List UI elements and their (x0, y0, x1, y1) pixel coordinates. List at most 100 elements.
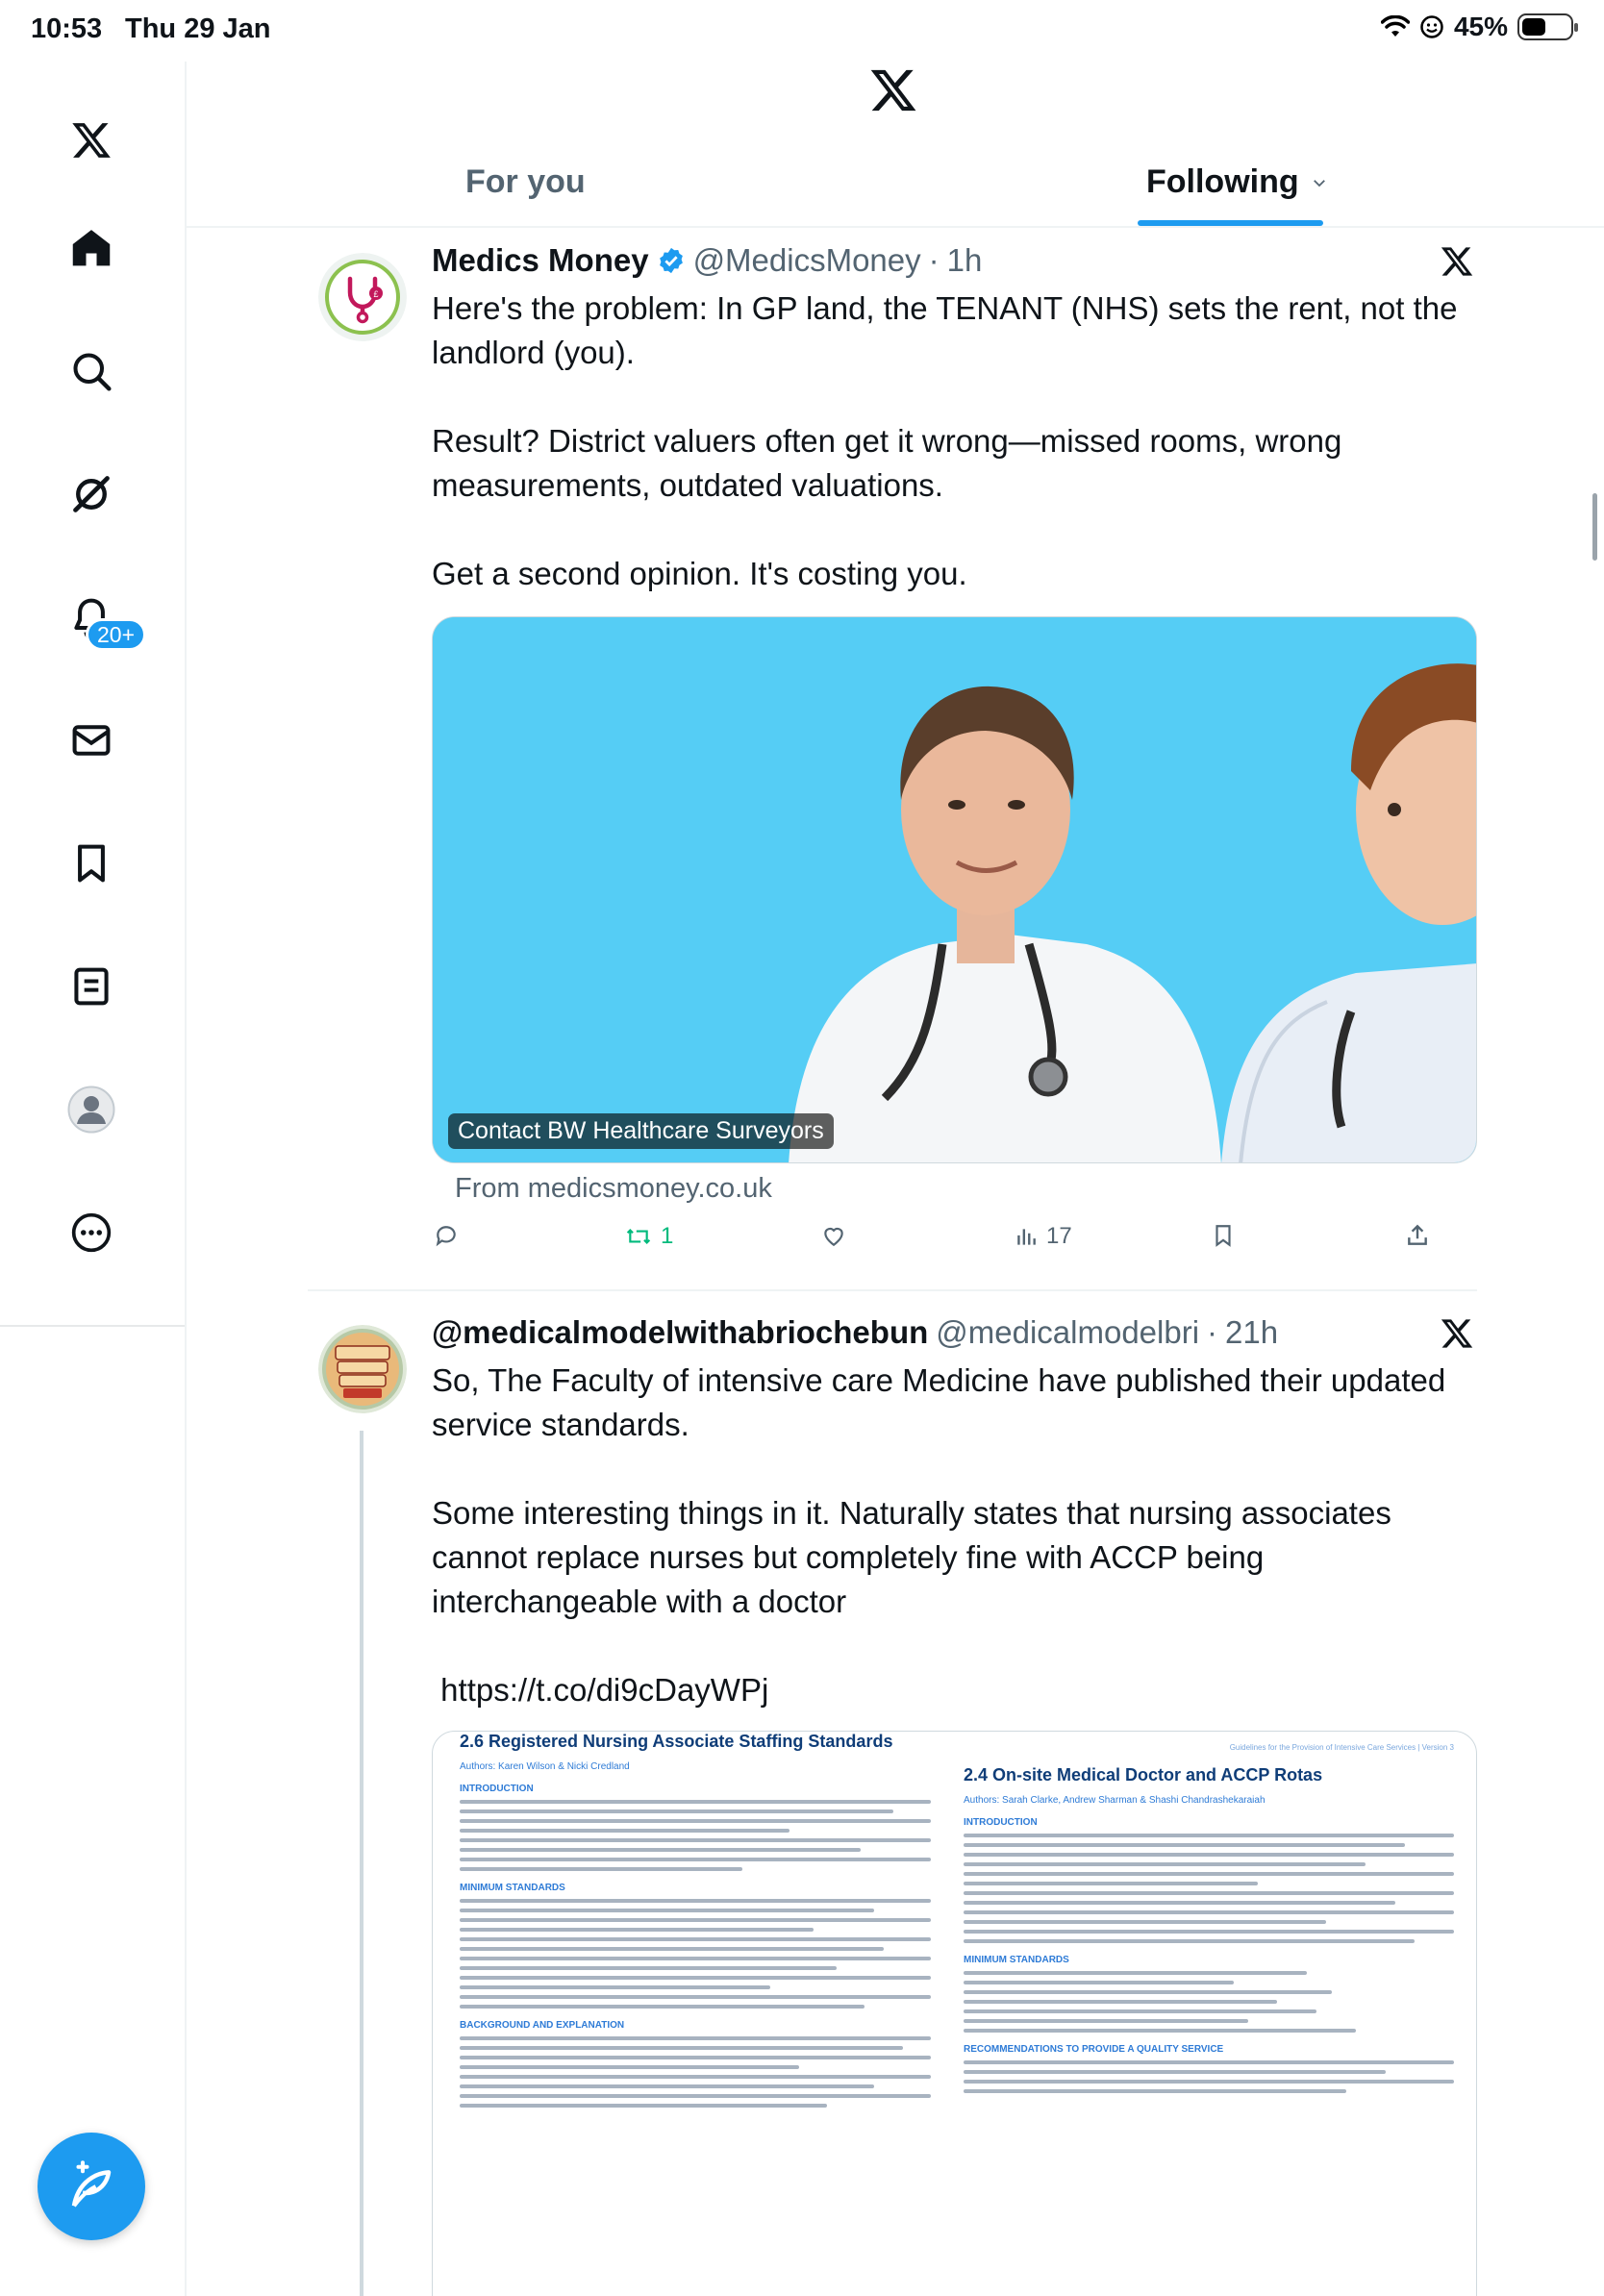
reply-button[interactable] (434, 1223, 459, 1248)
link-card-image[interactable]: Contact BW Healthcare Surveyors (432, 616, 1477, 1163)
focus-icon (1420, 15, 1443, 38)
document-running-header: Guidelines for the Provision of Intensiv… (1229, 1743, 1454, 1752)
dot-separator: · (928, 242, 940, 278)
dot-separator: · (1207, 1314, 1218, 1350)
list-icon (74, 967, 109, 1006)
post-paragraph: So, The Faculty of intensive care Medici… (432, 1362, 1446, 1442)
mail-icon (72, 725, 111, 756)
tab-following[interactable]: Following (1146, 163, 1328, 201)
profile-icon (67, 1086, 115, 1134)
document-left-column: 2.6 Registered Nursing Associate Staffin… (460, 1732, 931, 2108)
sidebar-item-home[interactable] (61, 217, 122, 279)
status-date: Thu 29 Jan (125, 13, 271, 44)
medics-money-logo-icon: £ (318, 253, 407, 341)
more-icon (71, 1212, 112, 1253)
document-left-authors: Authors: Karen Wilson & Nicki Credland (460, 1761, 630, 1772)
post-actions: 1 17 (432, 1223, 1477, 1261)
x-brand-icon[interactable] (1440, 1316, 1474, 1351)
document-right-title: 2.4 On-site Medical Doctor and ACCP Rota… (964, 1765, 1323, 1784)
author-handle[interactable]: @medicalmodelbri (936, 1314, 1199, 1351)
sidebar-item-lists[interactable] (61, 956, 122, 1017)
document-heading: INTRODUCTION (460, 1784, 534, 1794)
reply-icon (436, 1226, 456, 1247)
x-logo-button[interactable] (61, 110, 122, 171)
battery-level (1522, 18, 1546, 36)
tab-for-you[interactable]: For you (465, 163, 586, 201)
sidebar-divider (0, 1325, 186, 1327)
bookmark-button[interactable] (1211, 1223, 1236, 1248)
post-header: @medicalmodelwithabriochebun @medicalmod… (432, 1314, 1278, 1351)
avatar[interactable] (318, 1325, 407, 1413)
notification-badge: 20+ (86, 618, 147, 651)
document-right-column: Guidelines for the Provision of Intensiv… (964, 1743, 1454, 2093)
post-body: So, The Faculty of intensive care Medici… (432, 1359, 1470, 1712)
post-link[interactable]: https://t.co/di9cDayWPj (432, 1668, 1470, 1712)
document-heading: MINIMUM STANDARDS (460, 1883, 565, 1893)
like-button[interactable] (821, 1223, 846, 1248)
verified-badge-icon (659, 247, 683, 274)
sidebar-border (185, 62, 187, 2296)
home-icon (72, 230, 111, 266)
share-icon (1408, 1224, 1427, 1245)
avatar[interactable]: £ (318, 253, 407, 341)
author-name[interactable]: @medicalmodelwithabriochebun (432, 1314, 928, 1351)
x-logo-header-icon[interactable] (868, 65, 918, 115)
author-name[interactable]: Medics Money (432, 242, 649, 279)
post-paragraph: Here's the problem: In GP land, the TENA… (432, 290, 1458, 370)
timeline-tabs: For you Following (187, 144, 1604, 227)
post-body: Here's the problem: In GP land, the TENA… (432, 287, 1470, 596)
retweet-button[interactable]: 1 (624, 1223, 673, 1250)
post-paragraph: Some interesting things in it. Naturally… (432, 1495, 1391, 1619)
wifi-icon (1380, 15, 1410, 37)
doctors-photo (433, 617, 1476, 1162)
svg-text:£: £ (373, 289, 378, 299)
retweet-count: 1 (661, 1223, 674, 1249)
chevron-down-icon (1313, 179, 1325, 187)
sidebar: 20+ (0, 62, 186, 2296)
compose-feather-icon (71, 2160, 112, 2208)
bookmark-icon (78, 844, 105, 883)
document-right-authors: Authors: Sarah Clarke, Andrew Sharman & … (964, 1795, 1266, 1806)
bookmark-icon (1216, 1225, 1231, 1247)
status-bar: 10:53 Thu 29 Jan 45% (0, 0, 1604, 62)
sidebar-item-grok[interactable] (61, 463, 122, 525)
status-time: 10:53 (31, 13, 103, 44)
tabs-border (187, 226, 1604, 228)
sidebar-item-search[interactable] (61, 340, 122, 402)
heart-icon (824, 1227, 843, 1247)
x-brand-icon[interactable] (1440, 244, 1474, 279)
author-handle[interactable]: @MedicsMoney (693, 242, 921, 279)
document-heading: BACKGROUND AND EXPLANATION (460, 2020, 625, 2031)
grok-icon (73, 476, 110, 512)
search-icon (73, 353, 112, 391)
gmc-parody-avatar-icon (318, 1325, 407, 1413)
document-left-title: 2.6 Registered Nursing Associate Staffin… (460, 1732, 893, 1751)
battery-percent: 45% (1453, 12, 1508, 41)
status-right: 45% (1380, 12, 1578, 42)
tab-following-label: Following (1146, 163, 1299, 200)
document-heading: MINIMUM STANDARDS (964, 1955, 1069, 1965)
sidebar-item-bookmarks[interactable] (61, 833, 122, 894)
views-icon (1017, 1229, 1036, 1245)
post-header: Medics Money @MedicsMoney · 1h (432, 242, 982, 279)
attached-document-image[interactable]: 2.6 Registered Nursing Associate Staffin… (432, 1731, 1477, 2296)
document-heading: RECOMMENDATIONS TO PROVIDE A QUALITY SER… (964, 2044, 1224, 2055)
battery-icon (1517, 13, 1578, 40)
scrollbar-thumb[interactable] (1592, 493, 1597, 561)
card-source[interactable]: From medicsmoney.co.uk (455, 1173, 772, 1205)
compose-post-button[interactable] (38, 2133, 145, 2240)
document-heading: INTRODUCTION (964, 1817, 1038, 1828)
views-button[interactable]: 17 (1014, 1223, 1072, 1250)
sidebar-item-profile[interactable] (61, 1079, 122, 1140)
sidebar-item-messages[interactable] (61, 710, 122, 771)
views-count: 17 (1046, 1223, 1072, 1249)
post-paragraph: Get a second opinion. It's costing you. (432, 556, 967, 591)
post-time[interactable]: 1h (947, 242, 983, 279)
thread-connector (360, 1431, 363, 2296)
x-logo-icon (72, 123, 111, 158)
sidebar-item-more[interactable] (61, 1202, 122, 1263)
post-divider (308, 1289, 1477, 1291)
share-button[interactable] (1405, 1223, 1430, 1248)
post-time[interactable]: 21h (1225, 1314, 1278, 1351)
post-paragraph: Result? District valuers often get it wr… (432, 423, 1342, 503)
